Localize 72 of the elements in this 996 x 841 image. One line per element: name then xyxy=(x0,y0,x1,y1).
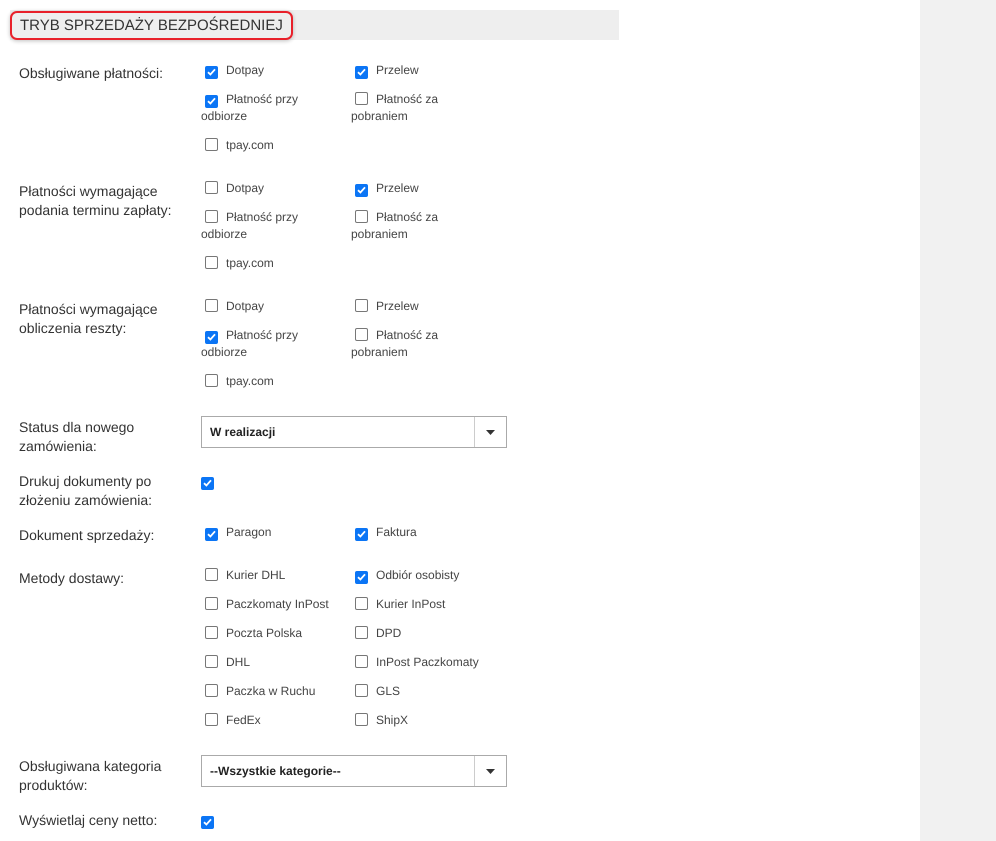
field-label: Status dla nowego zamówienia: xyxy=(19,418,136,456)
field-label: Płatności wymagające podania terminu zapłaty: xyxy=(19,182,173,220)
checkbox[interactable] xyxy=(355,210,368,223)
checkbox[interactable] xyxy=(205,374,218,387)
checkbox-option[interactable]: Faktura xyxy=(351,524,481,541)
checkbox[interactable] xyxy=(205,655,218,668)
checkbox-option[interactable]: ShipX xyxy=(351,712,481,729)
checkbox[interactable] xyxy=(205,181,218,194)
checked-checkbox[interactable] xyxy=(355,528,368,540)
field-label: Dokument sprzedaży: xyxy=(19,526,156,545)
checkbox[interactable] xyxy=(205,684,218,697)
checkbox[interactable] xyxy=(205,210,218,223)
checkbox-option[interactable]: Płatność przy odbiorze xyxy=(201,209,331,243)
checkbox-option[interactable]: Kurier InPost xyxy=(351,596,481,613)
checkbox[interactable] xyxy=(355,713,368,726)
checkbox[interactable] xyxy=(205,138,218,151)
checkbox[interactable] xyxy=(355,655,368,668)
checkbox[interactable] xyxy=(355,328,368,341)
checkbox[interactable] xyxy=(205,597,218,610)
checkbox-option[interactable]: FedEx xyxy=(201,712,331,729)
checkbox[interactable] xyxy=(355,684,368,697)
checkbox[interactable] xyxy=(355,92,368,105)
checked-checkbox[interactable] xyxy=(201,816,214,828)
checkbox-option[interactable]: Paragon xyxy=(201,524,331,541)
checked-checkbox[interactable] xyxy=(201,476,214,490)
checkbox-option[interactable]: Płatność za pobraniem xyxy=(351,209,481,243)
checkbox-option[interactable]: tpay.com xyxy=(201,373,331,390)
checkbox-option[interactable]: Przelew xyxy=(351,62,481,79)
checked-checkbox[interactable] xyxy=(355,66,368,78)
checkbox-option[interactable]: Paczka w Ruchu xyxy=(201,683,331,700)
checked-checkbox[interactable] xyxy=(205,330,218,344)
checked-checkbox[interactable] xyxy=(205,66,218,78)
checkbox-option[interactable]: Płatność za pobraniem xyxy=(351,327,481,361)
dropdown[interactable]: --Wszystkie kategorie-- xyxy=(201,755,507,787)
checkbox-option[interactable]: Przelew xyxy=(351,298,481,315)
dropdown[interactable]: W realizacji xyxy=(201,416,507,448)
checkbox-option[interactable]: Dotpay xyxy=(201,180,331,197)
checkbox-option[interactable]: DPD xyxy=(351,625,481,642)
checkbox-option[interactable]: Poczta Polska xyxy=(201,625,331,642)
section-title: TRYB SPRZEDAŻY BEZPOŚREDNIEJ xyxy=(10,10,293,40)
checkbox[interactable] xyxy=(205,713,218,726)
checkbox-option[interactable]: Płatność przy odbiorze xyxy=(201,327,331,361)
field-label: Obsługiwane płatności: xyxy=(19,64,164,83)
checkbox[interactable] xyxy=(205,568,218,581)
checkbox-option[interactable]: DHL xyxy=(201,654,331,671)
checkbox-option[interactable]: tpay.com xyxy=(201,137,331,154)
checkbox[interactable] xyxy=(355,626,368,639)
checkbox-option[interactable]: GLS xyxy=(351,683,481,700)
checkbox[interactable] xyxy=(355,299,368,312)
checkbox[interactable] xyxy=(205,626,218,639)
field-label: Metody dostawy: xyxy=(19,569,126,588)
checkbox[interactable] xyxy=(205,256,218,269)
checkbox[interactable] xyxy=(205,299,218,312)
checked-checkbox[interactable] xyxy=(205,528,218,540)
field-label: Obsługiwana kategoria produktów: xyxy=(19,757,162,795)
checkbox-option[interactable]: Dotpay xyxy=(201,298,331,315)
checked-checkbox[interactable] xyxy=(205,94,218,108)
field-label: Płatności wymagające obliczenia reszty: xyxy=(19,300,159,338)
checkbox[interactable] xyxy=(355,597,368,610)
checkbox-option[interactable]: Dotpay xyxy=(201,62,331,79)
checkbox-option[interactable]: tpay.com xyxy=(201,255,331,272)
checked-checkbox[interactable] xyxy=(355,184,368,196)
checkbox-option[interactable]: Odbiór osobisty xyxy=(351,567,481,584)
checkbox-option[interactable]: Paczkomaty InPost xyxy=(201,596,331,613)
checkbox-option[interactable]: Płatność przy odbiorze xyxy=(201,91,331,125)
checkbox-option[interactable]: Przelew xyxy=(351,180,481,197)
checkbox-option[interactable]: InPost Paczkomaty xyxy=(351,654,481,671)
checkbox-option[interactable]: Płatność za pobraniem xyxy=(351,91,481,125)
field-label: Drukuj dokumenty po złożeniu zamówienia: xyxy=(19,472,154,510)
checkbox-option[interactable]: Kurier DHL xyxy=(201,567,331,584)
field-label: Wyświetlaj ceny netto: xyxy=(19,811,158,830)
checked-checkbox[interactable] xyxy=(355,570,368,584)
